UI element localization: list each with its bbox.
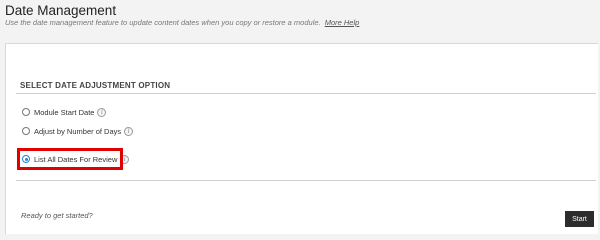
info-icon[interactable]: i: [124, 126, 134, 136]
subtitle-text: Use the date management feature to updat…: [5, 18, 321, 27]
option-adjust-by-days[interactable]: Adjust by Number of Days i: [22, 124, 134, 138]
ready-prompt: Ready to get started?: [21, 211, 93, 220]
option-label: Module Start Date: [34, 107, 95, 117]
radio-module-start-date[interactable]: [22, 108, 30, 116]
section-divider: [16, 93, 596, 94]
option-label: Adjust by Number of Days: [34, 126, 122, 136]
page-title: Date Management: [5, 3, 117, 18]
page-subtitle: Use the date management feature to updat…: [5, 18, 359, 27]
radio-adjust-by-days[interactable]: [22, 127, 30, 135]
start-button[interactable]: Start: [565, 211, 594, 227]
more-help-link[interactable]: More Help: [325, 18, 360, 27]
section-title: SELECT DATE ADJUSTMENT OPTION: [20, 81, 171, 90]
date-adjustment-panel: SELECT DATE ADJUSTMENT OPTION Module Sta…: [5, 43, 598, 234]
option-module-start-date[interactable]: Module Start Date i: [22, 105, 107, 119]
highlight-annotation: [17, 148, 123, 170]
page-header: Date Management Use the date management …: [0, 0, 600, 40]
footer-divider: [16, 180, 596, 181]
info-icon[interactable]: i: [97, 107, 107, 117]
